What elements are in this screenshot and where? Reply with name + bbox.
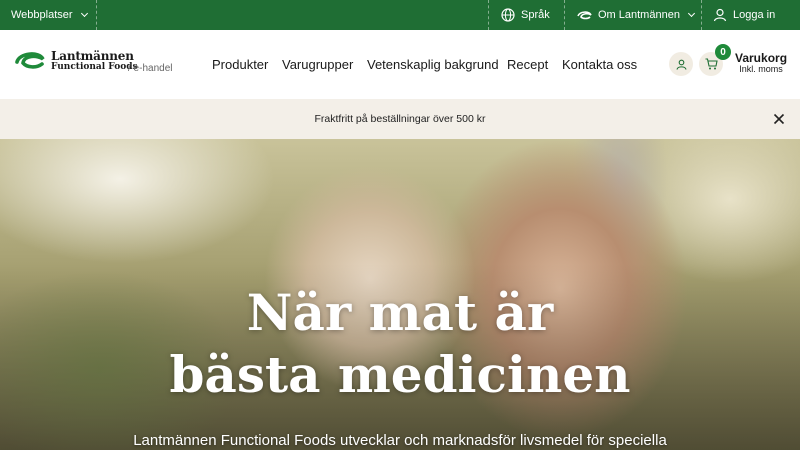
hero-title-line: När mat är <box>246 283 554 342</box>
lantmannen-mark-icon <box>577 10 592 19</box>
account-button[interactable] <box>669 52 693 76</box>
hero-banner: När mat är bästa medicinen Lantmännen Fu… <box>0 139 800 450</box>
about-label: Om Lantmännen <box>598 9 680 21</box>
nav-varugrupper[interactable]: Varugrupper <box>282 57 353 72</box>
top-utility-bar: Webbplatser Språk Om Lantmännen Logga in <box>0 0 800 30</box>
user-icon <box>675 59 687 70</box>
websites-dropdown[interactable]: Webbplatser <box>11 0 88 30</box>
hero-title-line: bästa medicinen <box>169 345 631 404</box>
globe-icon <box>501 8 515 22</box>
cart-icon <box>705 58 718 70</box>
login-link[interactable]: Logga in <box>713 0 775 30</box>
close-icon[interactable] <box>772 112 786 126</box>
shipping-notice-text: Fraktfritt på beställningar över 500 kr <box>314 113 486 125</box>
chevron-down-icon <box>80 9 88 18</box>
divider <box>96 0 97 30</box>
about-dropdown[interactable]: Om Lantmännen <box>577 0 695 30</box>
divider <box>564 0 565 30</box>
language-label: Språk <box>521 9 550 21</box>
chevron-down-icon <box>687 9 695 18</box>
shipping-notice-bar: Fraktfritt på beställningar över 500 kr <box>0 99 800 139</box>
cart-label[interactable]: Varukorg Inkl. moms <box>735 51 787 75</box>
nav-vetenskaplig-bakgrund[interactable]: Vetenskaplig bakgrund <box>367 57 499 72</box>
nav-kontakta-oss[interactable]: Kontakta oss <box>562 57 637 72</box>
logo-name: Lantmännen <box>51 49 134 63</box>
language-selector[interactable]: Språk <box>501 0 550 30</box>
ehandel-label: / e-handel <box>128 63 173 74</box>
logo[interactable]: Lantmännen Functional Foods <box>15 50 138 72</box>
divider <box>701 0 702 30</box>
logo-subtitle: Functional Foods <box>51 62 138 72</box>
user-icon <box>713 8 727 22</box>
hero-subtitle: Lantmännen Functional Foods utvecklar oc… <box>133 432 667 449</box>
websites-label: Webbplatser <box>11 9 73 21</box>
cart-subtitle: Inkl. moms <box>739 64 783 75</box>
main-header: Lantmännen Functional Foods / e-handel P… <box>0 30 800 99</box>
login-label: Logga in <box>733 9 776 21</box>
nav-recept[interactable]: Recept <box>507 57 548 72</box>
divider <box>488 0 489 30</box>
nav-produkter[interactable]: Produkter <box>212 57 268 72</box>
cart-count-badge: 0 <box>715 44 731 60</box>
lantmannen-logo-icon <box>15 52 45 69</box>
hero-title: När mat är bästa medicinen <box>0 282 800 406</box>
